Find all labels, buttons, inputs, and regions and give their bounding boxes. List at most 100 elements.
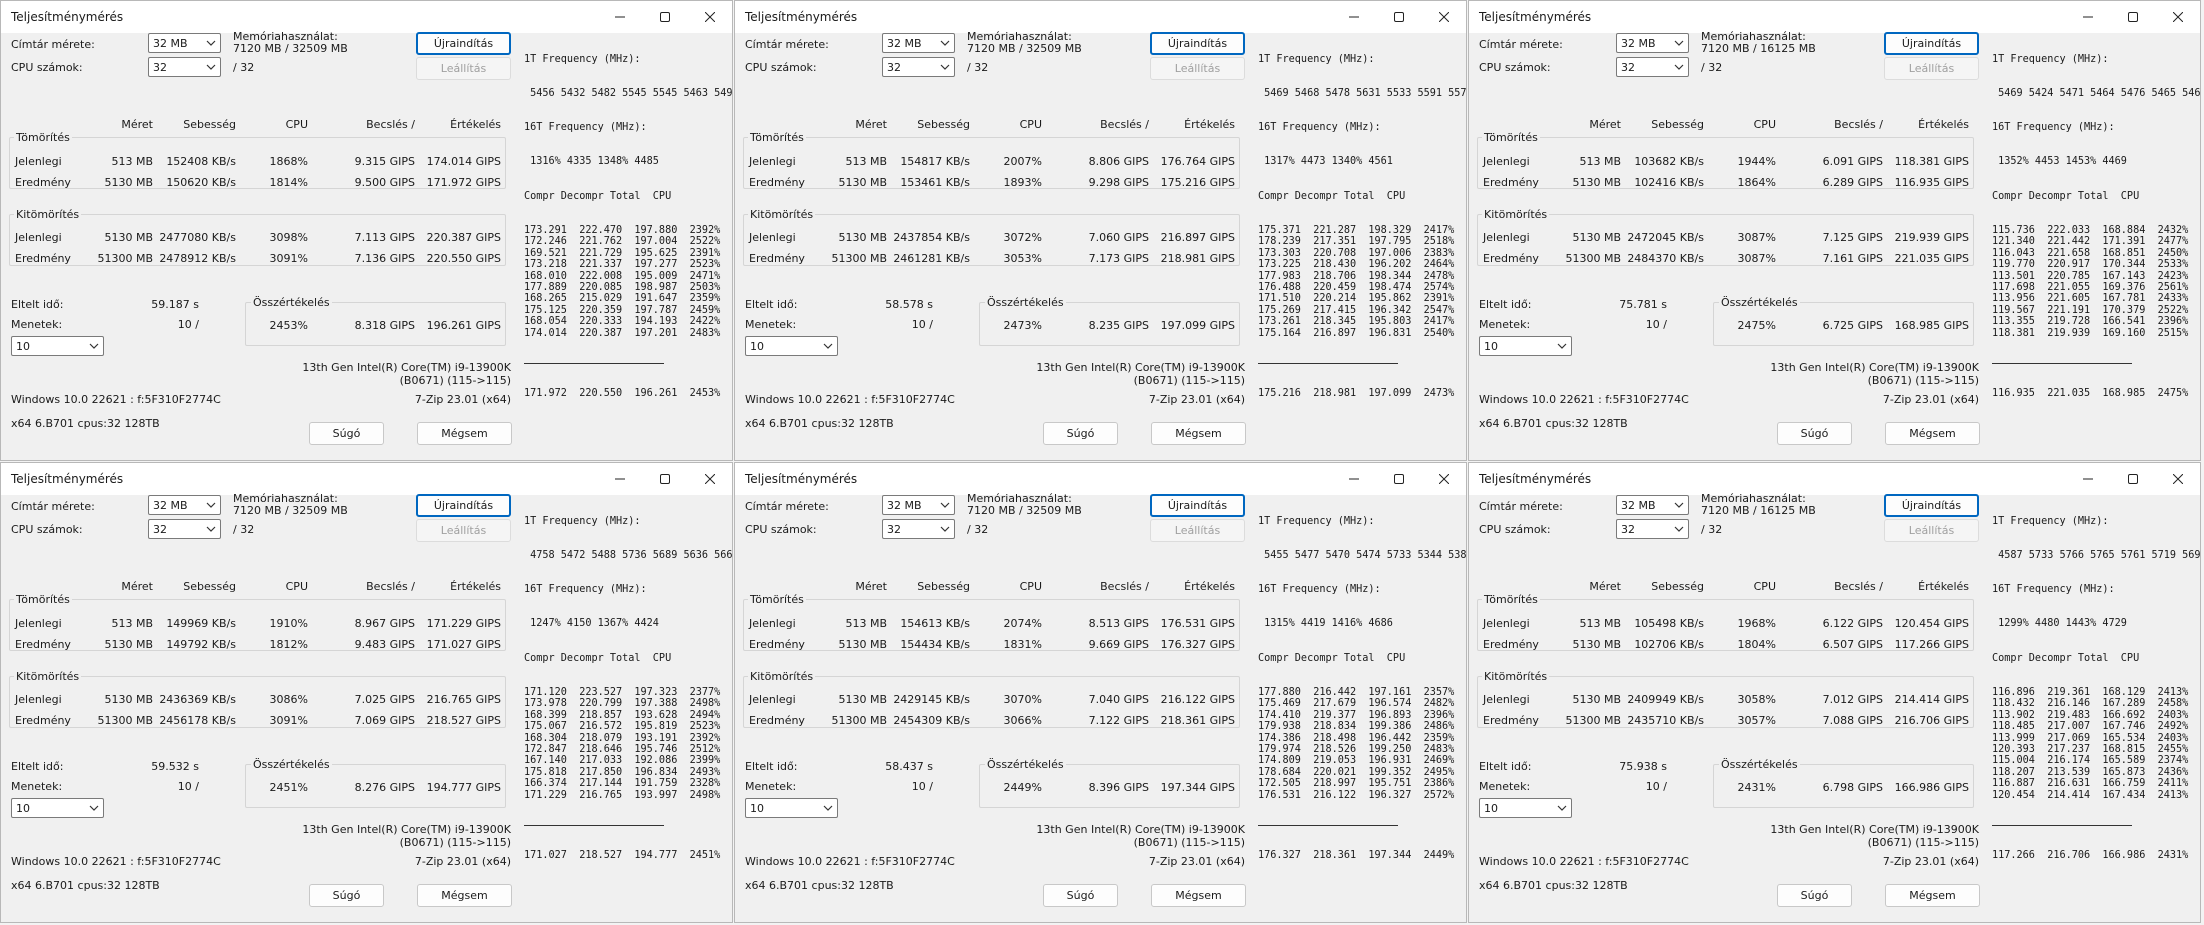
title-bar[interactable]: Teljesítménymérés <box>1 463 732 495</box>
cpu-threads-select[interactable]: 32 <box>882 57 955 77</box>
help-button[interactable]: Súgó <box>1777 884 1852 907</box>
restart-button[interactable]: Újraindítás <box>1150 494 1245 517</box>
close-icon[interactable] <box>1421 1 1466 33</box>
title-bar[interactable]: Teljesítménymérés <box>1469 463 2200 495</box>
cancel-button[interactable]: Mégsem <box>1885 884 1980 907</box>
decompress-current-label: Jelenlegi <box>1483 231 1530 244</box>
passes-select[interactable]: 10 <box>745 336 838 356</box>
cancel-button[interactable]: Mégsem <box>1151 422 1246 445</box>
restart-button[interactable]: Újraindítás <box>1150 32 1245 55</box>
cpu-threads-max: / 32 <box>1701 61 1723 74</box>
close-icon[interactable] <box>2155 463 2200 495</box>
restart-button[interactable]: Újraindítás <box>416 494 511 517</box>
dictionary-size-select[interactable]: 32 MB <box>882 495 955 515</box>
cancel-button[interactable]: Mégsem <box>417 422 512 445</box>
passes-value: 10 / <box>911 318 933 331</box>
overall-estimate: 8.276 GIPS <box>354 781 415 794</box>
title-bar[interactable]: Teljesítménymérés <box>1 1 732 33</box>
restart-button[interactable]: Újraindítás <box>416 32 511 55</box>
decompress-result-label: Eredmény <box>15 252 71 265</box>
restart-button[interactable]: Újraindítás <box>1884 494 1979 517</box>
d-cur-estimate: 7.040 GIPS <box>1088 693 1149 706</box>
minimize-icon[interactable] <box>597 1 642 33</box>
maximize-icon[interactable] <box>2110 463 2155 495</box>
freq-16t-values: 1352% 4453 1453% 4469 <box>1992 156 2127 168</box>
cpu-threads-label: CPU számok: <box>1479 61 1551 74</box>
cpu-threads-select[interactable]: 32 <box>148 57 221 77</box>
overall-estimate: 8.318 GIPS <box>354 319 415 332</box>
stop-button[interactable]: Leállítás <box>1150 57 1245 80</box>
cpu-threads-select[interactable]: 32 <box>1616 519 1689 539</box>
pass-row: 173.261 218.345 195.803 2417% <box>1258 316 1455 328</box>
cpu-threads-select[interactable]: 32 <box>882 519 955 539</box>
decompress-current-label: Jelenlegi <box>1483 693 1530 706</box>
help-button[interactable]: Súgó <box>1777 422 1852 445</box>
passes-label: Menetek: <box>1479 780 1531 793</box>
c-cur-rating: 174.014 GIPS <box>426 155 501 168</box>
passes-select[interactable]: 10 <box>11 798 104 818</box>
minimize-icon[interactable] <box>2065 463 2110 495</box>
passes-select[interactable]: 10 <box>745 798 838 818</box>
freq-16t-label: 16T Frequency (MHz): <box>1258 584 1381 596</box>
close-icon[interactable] <box>1421 463 1466 495</box>
d-cur-speed: 2477080 KB/s <box>159 231 236 244</box>
stop-button[interactable]: Leállítás <box>1150 519 1245 542</box>
passes-select[interactable]: 10 <box>1479 798 1572 818</box>
passes-select-value: 10 <box>750 802 764 815</box>
close-icon[interactable] <box>687 1 732 33</box>
help-button[interactable]: Súgó <box>309 422 384 445</box>
passes-select[interactable]: 10 <box>1479 336 1572 356</box>
passes-value: 10 / <box>177 318 199 331</box>
dictionary-size-select[interactable]: 32 MB <box>1616 33 1689 53</box>
cpu-threads-select[interactable]: 32 <box>1616 57 1689 77</box>
close-icon[interactable] <box>2155 1 2200 33</box>
c-cur-rating: 118.381 GIPS <box>1894 155 1969 168</box>
d-cur-speed: 2437854 KB/s <box>893 231 970 244</box>
maximize-icon[interactable] <box>642 1 687 33</box>
decompress-current-label: Jelenlegi <box>749 231 796 244</box>
help-button[interactable]: Súgó <box>1043 884 1118 907</box>
maximize-icon[interactable] <box>1376 1 1421 33</box>
c-res-size: 5130 MB <box>104 638 153 651</box>
maximize-icon[interactable] <box>1376 463 1421 495</box>
minimize-icon[interactable] <box>2065 1 2110 33</box>
stop-button[interactable]: Leállítás <box>416 57 511 80</box>
cancel-button[interactable]: Mégsem <box>1151 884 1246 907</box>
c-cur-cpu: 2074% <box>1003 617 1042 630</box>
c-res-rating: 117.266 GIPS <box>1894 638 1969 651</box>
help-button[interactable]: Súgó <box>309 884 384 907</box>
cpu-threads-label: CPU számok: <box>11 523 83 536</box>
dictionary-size-select[interactable]: 32 MB <box>1616 495 1689 515</box>
stop-button[interactable]: Leállítás <box>1884 57 1979 80</box>
chevron-down-icon <box>940 526 950 532</box>
memory-usage-value: 7120 MB / 32509 MB <box>967 42 1082 55</box>
cpu-stepping: (B0671) (115->115) <box>1133 374 1245 387</box>
minimize-icon[interactable] <box>1331 463 1376 495</box>
cancel-button[interactable]: Mégsem <box>417 884 512 907</box>
cpu-threads-value: 32 <box>153 523 167 536</box>
title-bar[interactable]: Teljesítménymérés <box>1469 1 2200 33</box>
freq-16t-label: 16T Frequency (MHz): <box>1992 122 2115 134</box>
title-bar[interactable]: Teljesítménymérés <box>735 463 1466 495</box>
close-icon[interactable] <box>687 463 732 495</box>
stop-button[interactable]: Leállítás <box>416 519 511 542</box>
minimize-icon[interactable] <box>1331 1 1376 33</box>
cpu-threads-select[interactable]: 32 <box>148 519 221 539</box>
dictionary-size-select[interactable]: 32 MB <box>882 33 955 53</box>
c-res-size: 5130 MB <box>838 638 887 651</box>
minimize-icon[interactable] <box>597 463 642 495</box>
dictionary-size-select[interactable]: 32 MB <box>148 495 221 515</box>
maximize-icon[interactable] <box>2110 1 2155 33</box>
benchmark-window: Teljesítménymérés Címtár mérete: 32 MB M… <box>734 462 1467 923</box>
maximize-icon[interactable] <box>642 463 687 495</box>
app-version: 7-Zip 23.01 (x64) <box>1882 855 1979 868</box>
dictionary-size-select[interactable]: 32 MB <box>148 33 221 53</box>
help-button[interactable]: Súgó <box>1043 422 1118 445</box>
pass-row: 172.505 218.997 195.751 2386% <box>1258 778 1455 790</box>
stop-button[interactable]: Leállítás <box>1884 519 1979 542</box>
freq-1t-values: 5469 5468 5478 5631 5533 5591 5576 <box>1258 88 1467 100</box>
restart-button[interactable]: Újraindítás <box>1884 32 1979 55</box>
cancel-button[interactable]: Mégsem <box>1885 422 1980 445</box>
title-bar[interactable]: Teljesítménymérés <box>735 1 1466 33</box>
passes-select[interactable]: 10 <box>11 336 104 356</box>
